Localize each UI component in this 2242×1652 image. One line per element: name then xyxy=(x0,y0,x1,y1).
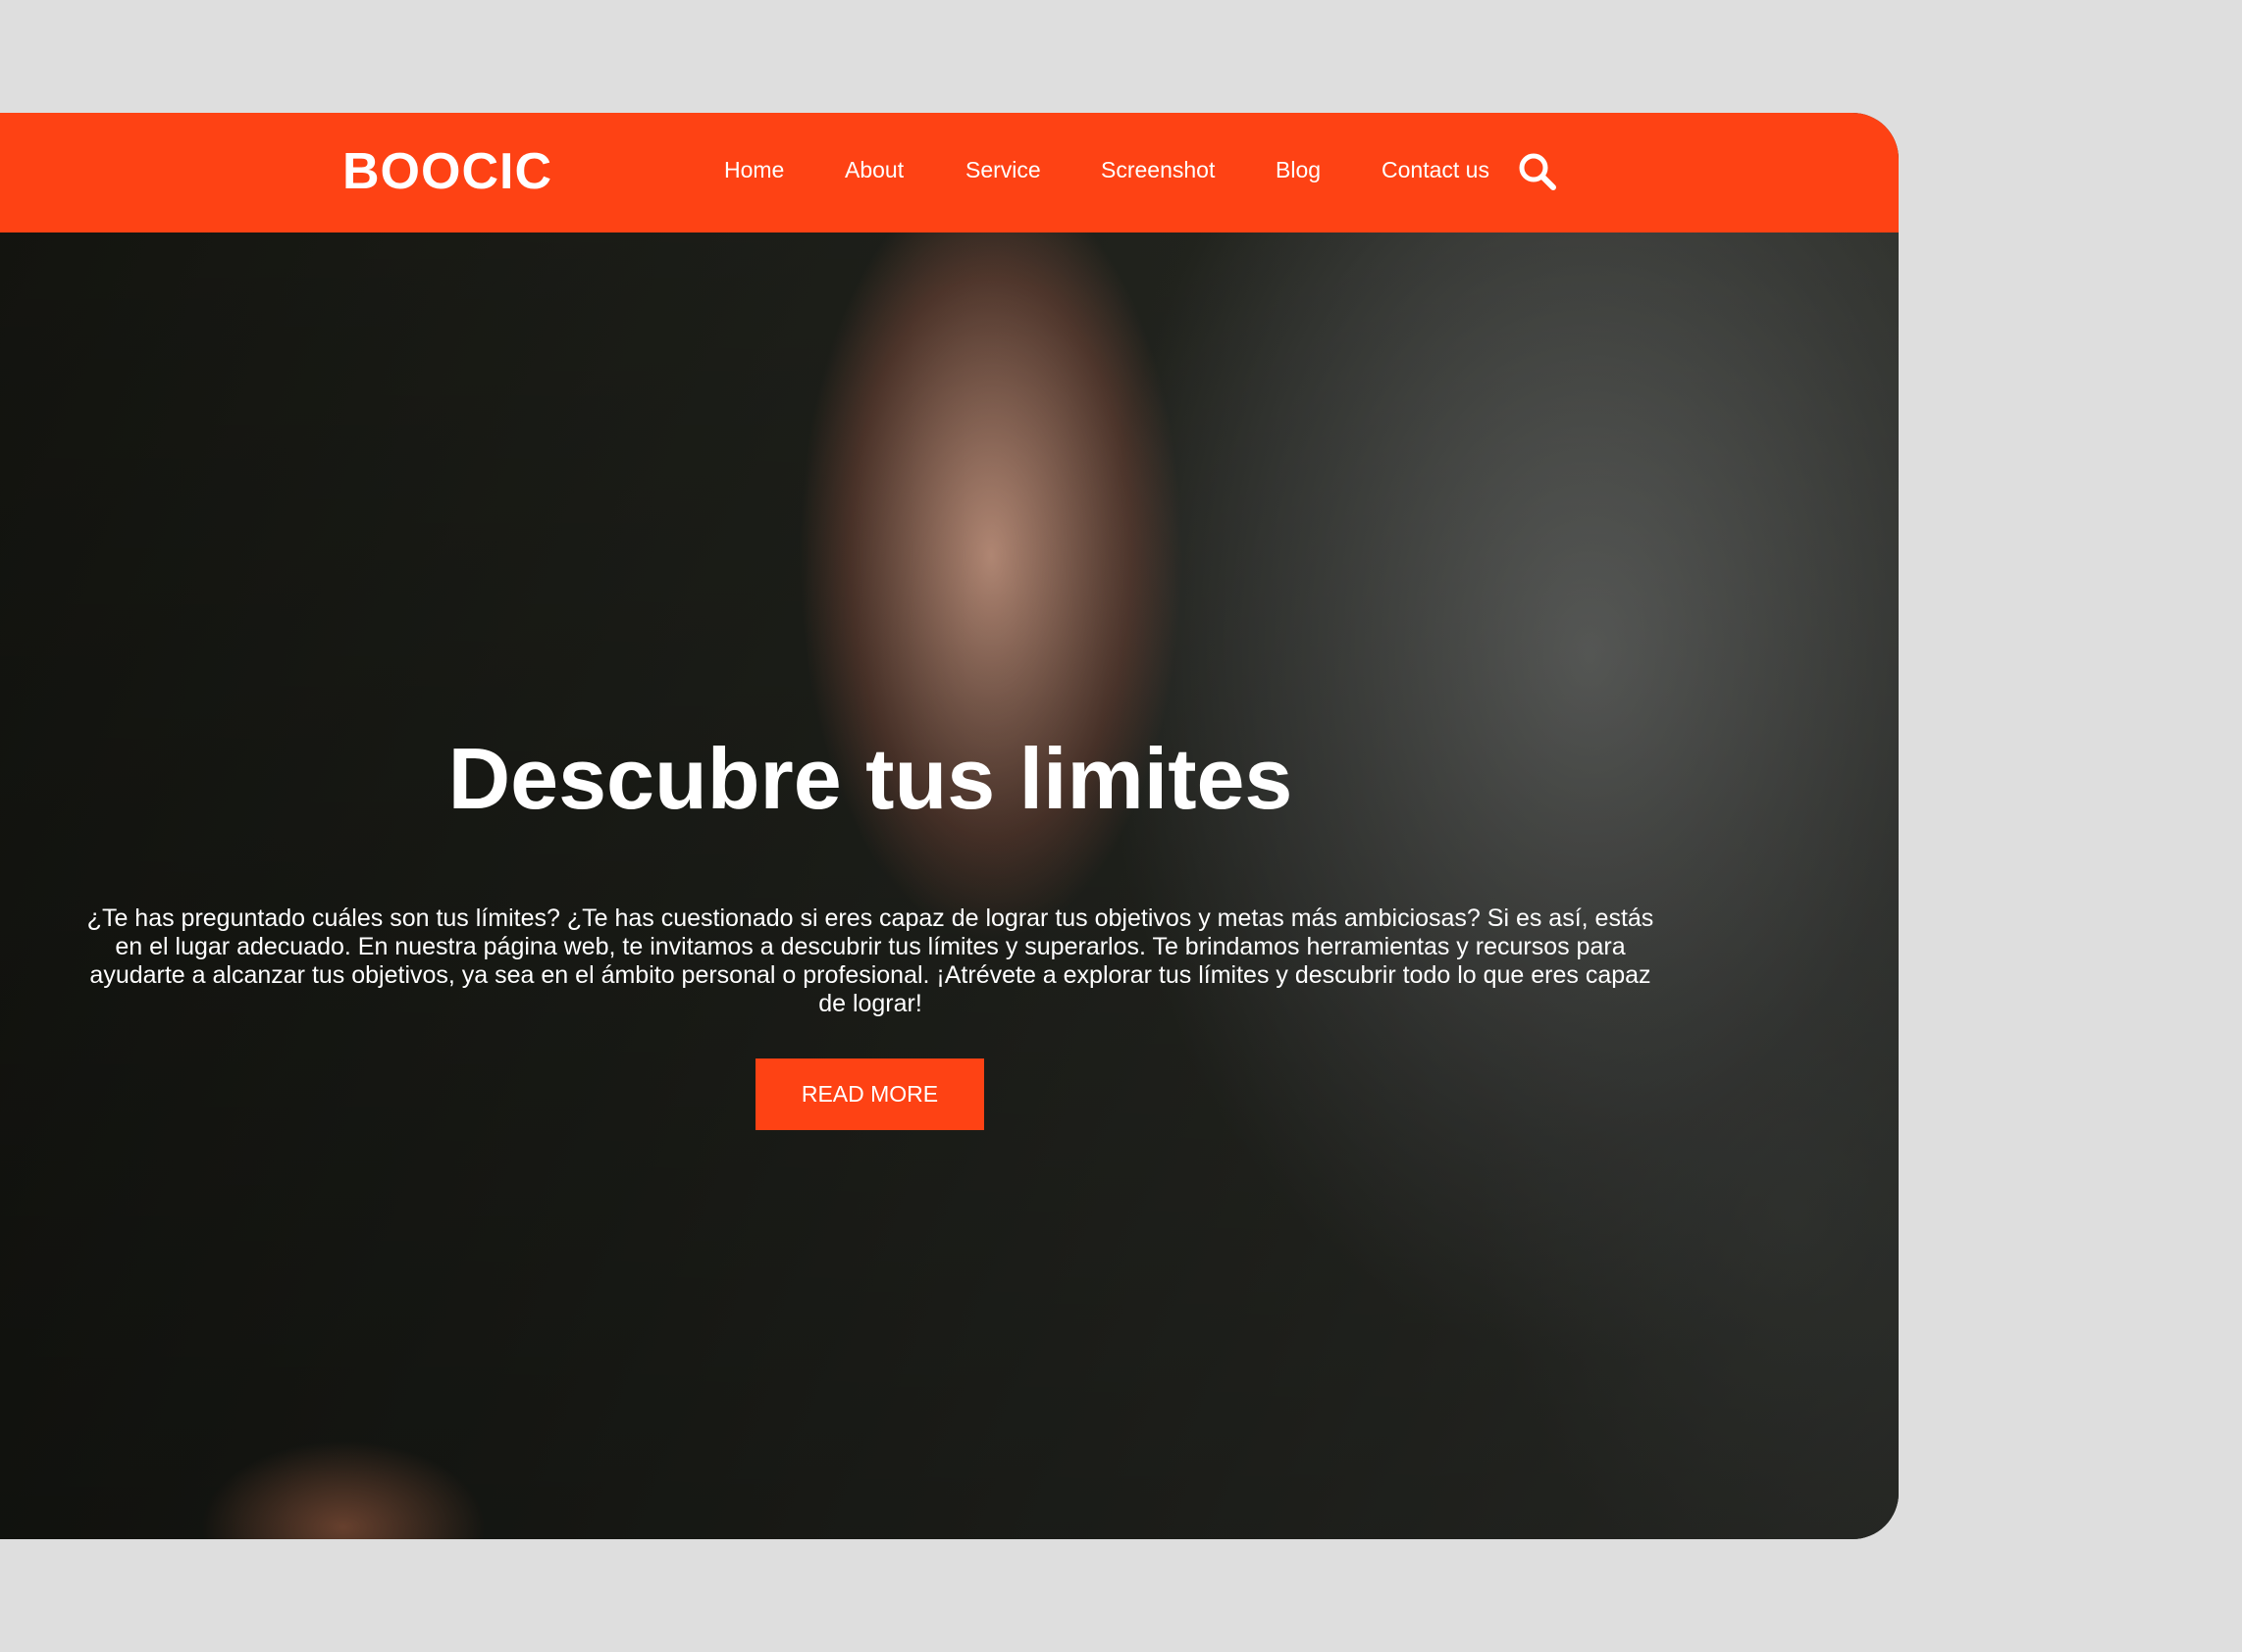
nav-service[interactable]: Service xyxy=(965,157,1041,183)
hero-description: ¿Te has preguntado cuáles son tus límite… xyxy=(86,904,1654,1017)
nav-screenshot[interactable]: Screenshot xyxy=(1101,157,1215,183)
page-frame: BOOCIC Home About Service Screenshot Blo… xyxy=(0,113,1899,1539)
nav-home[interactable]: Home xyxy=(724,157,784,183)
main-nav: Home About Service Screenshot Blog Conta… xyxy=(0,157,1899,196)
search-icon[interactable] xyxy=(1517,151,1558,192)
hero-title: Descubre tus limites xyxy=(447,730,1293,827)
nav-about[interactable]: About xyxy=(845,157,904,183)
nav-blog[interactable]: Blog xyxy=(1276,157,1321,183)
nav-contact[interactable]: Contact us xyxy=(1382,157,1489,183)
read-more-button[interactable]: READ MORE xyxy=(756,1058,984,1130)
hero-overlay xyxy=(0,232,1899,1539)
site-header: BOOCIC Home About Service Screenshot Blo… xyxy=(0,113,1899,232)
